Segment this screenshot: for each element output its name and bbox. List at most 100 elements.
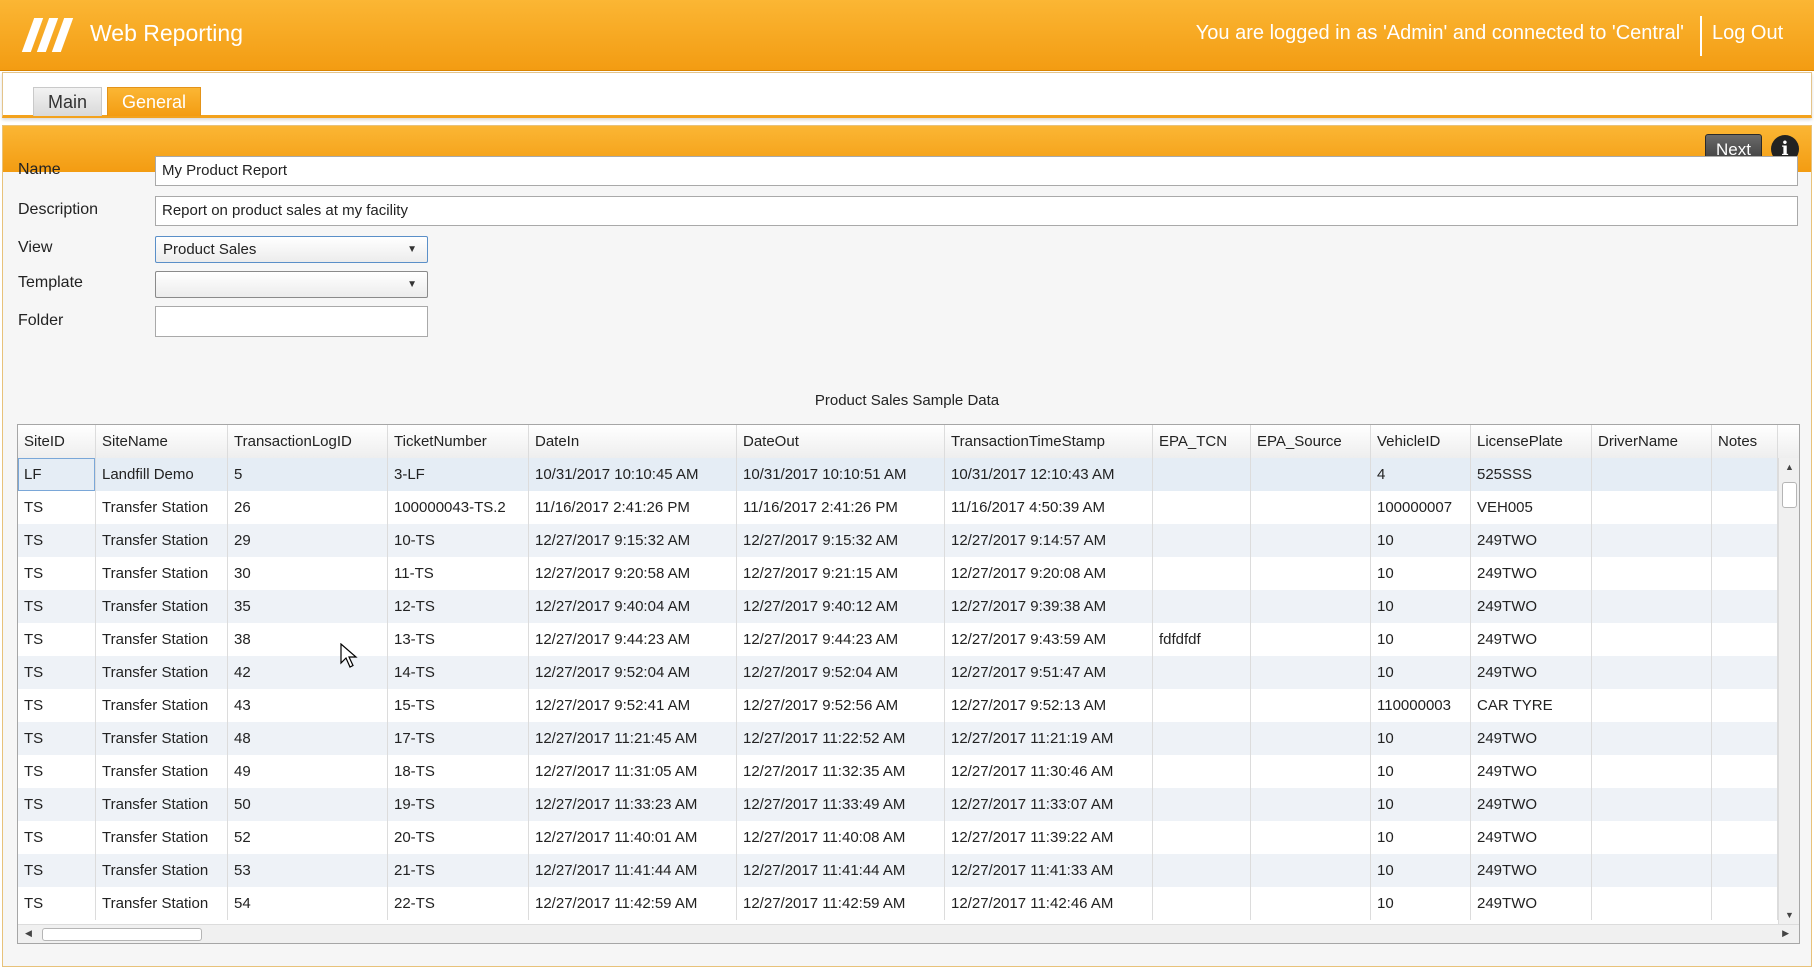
description-field[interactable]: Report on product sales at my facility <box>155 196 1798 226</box>
table-cell[interactable]: Transfer Station <box>96 590 228 623</box>
table-cell[interactable]: 10 <box>1371 887 1471 920</box>
table-cell[interactable]: Transfer Station <box>96 689 228 722</box>
column-header[interactable]: VehicleID <box>1371 425 1471 458</box>
table-cell[interactable]: 12/27/2017 9:39:38 AM <box>945 590 1153 623</box>
table-cell[interactable]: 12/27/2017 11:39:22 AM <box>945 821 1153 854</box>
table-cell[interactable]: 30 <box>228 557 388 590</box>
table-cell[interactable]: 11/16/2017 2:41:26 PM <box>737 491 945 524</box>
table-cell[interactable]: 22-TS <box>388 887 529 920</box>
table-cell[interactable]: 12/27/2017 11:22:52 AM <box>737 722 945 755</box>
table-cell[interactable] <box>1592 656 1712 689</box>
table-cell[interactable] <box>1712 656 1778 689</box>
table-cell[interactable]: Transfer Station <box>96 854 228 887</box>
table-cell[interactable]: 249TWO <box>1471 623 1592 656</box>
table-cell[interactable]: 10 <box>1371 788 1471 821</box>
table-cell[interactable] <box>1251 689 1371 722</box>
table-cell[interactable]: 12/27/2017 11:30:46 AM <box>945 755 1153 788</box>
table-cell[interactable]: TS <box>18 755 96 788</box>
scroll-right-icon[interactable]: ▶ <box>1782 928 1789 939</box>
table-cell[interactable]: 12/27/2017 9:44:23 AM <box>529 623 737 656</box>
vertical-scrollbar[interactable]: ▲ ▼ <box>1778 458 1799 924</box>
horizontal-scroll-thumb[interactable] <box>42 928 202 941</box>
horizontal-scrollbar[interactable]: ◀ ▶ <box>18 924 1799 943</box>
table-cell[interactable] <box>1712 722 1778 755</box>
table-cell[interactable] <box>1712 689 1778 722</box>
table-cell[interactable] <box>1712 524 1778 557</box>
table-row[interactable]: LF Landfill Demo 5 3-LF 10/31/2017 10:10:45 … <box>18 458 1778 491</box>
table-cell[interactable] <box>1712 854 1778 887</box>
table-cell[interactable]: 12/27/2017 11:33:07 AM <box>945 788 1153 821</box>
table-cell[interactable]: 10/31/2017 12:10:43 AM <box>945 458 1153 491</box>
table-cell[interactable]: Transfer Station <box>96 788 228 821</box>
table-cell[interactable]: 48 <box>228 722 388 755</box>
table-cell[interactable]: TS <box>18 887 96 920</box>
table-cell[interactable] <box>1153 524 1251 557</box>
table-cell[interactable]: 12/27/2017 9:20:08 AM <box>945 557 1153 590</box>
table-cell[interactable]: VEH005 <box>1471 491 1592 524</box>
table-cell[interactable] <box>1251 854 1371 887</box>
table-cell[interactable]: 249TWO <box>1471 590 1592 623</box>
table-cell[interactable]: 12/27/2017 9:52:56 AM <box>737 689 945 722</box>
scroll-left-icon[interactable]: ◀ <box>25 928 32 939</box>
table-cell[interactable]: 12/27/2017 9:52:04 AM <box>529 656 737 689</box>
table-row[interactable]: TS Transfer Station 48 17-TS 12/27/2017 11:2… <box>18 722 1778 755</box>
table-cell[interactable]: 100000043-TS.2 <box>388 491 529 524</box>
table-cell[interactable]: 249TWO <box>1471 854 1592 887</box>
table-cell[interactable] <box>1712 623 1778 656</box>
table-cell[interactable]: 12/27/2017 9:43:59 AM <box>945 623 1153 656</box>
scroll-down-icon[interactable]: ▼ <box>1785 910 1794 920</box>
table-cell[interactable]: TS <box>18 590 96 623</box>
table-cell[interactable]: 12/27/2017 9:15:32 AM <box>529 524 737 557</box>
table-row[interactable]: TS Transfer Station 30 11-TS 12/27/2017 9:20… <box>18 557 1778 590</box>
table-cell[interactable] <box>1251 821 1371 854</box>
table-cell[interactable]: Transfer Station <box>96 722 228 755</box>
table-cell[interactable] <box>1153 755 1251 788</box>
table-cell[interactable] <box>1712 491 1778 524</box>
table-cell[interactable]: 10 <box>1371 623 1471 656</box>
table-cell[interactable] <box>1251 755 1371 788</box>
table-cell[interactable]: 10 <box>1371 590 1471 623</box>
table-cell[interactable] <box>1153 689 1251 722</box>
table-cell[interactable] <box>1592 854 1712 887</box>
table-cell[interactable] <box>1592 491 1712 524</box>
table-cell[interactable]: 12/27/2017 11:40:01 AM <box>529 821 737 854</box>
table-cell[interactable]: TS <box>18 788 96 821</box>
tab-general[interactable]: General <box>107 87 202 116</box>
table-cell[interactable]: TS <box>18 821 96 854</box>
table-row[interactable]: TS Transfer Station 43 15-TS 12/27/2017 9:52… <box>18 689 1778 722</box>
table-cell[interactable]: 5 <box>228 458 388 491</box>
table-cell[interactable]: 29 <box>228 524 388 557</box>
table-row[interactable]: TS Transfer Station 54 22-TS 12/27/2017 11:4… <box>18 887 1778 920</box>
column-header[interactable]: LicensePlate <box>1471 425 1592 458</box>
table-cell[interactable] <box>1153 788 1251 821</box>
table-cell[interactable] <box>1592 524 1712 557</box>
table-cell[interactable]: 249TWO <box>1471 524 1592 557</box>
table-cell[interactable]: TS <box>18 689 96 722</box>
table-cell[interactable]: 12/27/2017 9:40:04 AM <box>529 590 737 623</box>
table-cell[interactable]: 4 <box>1371 458 1471 491</box>
table-cell[interactable]: TS <box>18 524 96 557</box>
table-cell[interactable]: 10/31/2017 10:10:45 AM <box>529 458 737 491</box>
table-cell[interactable] <box>1712 458 1778 491</box>
table-cell[interactable]: 12/27/2017 9:14:57 AM <box>945 524 1153 557</box>
column-header[interactable]: TicketNumber <box>388 425 529 458</box>
table-cell[interactable] <box>1592 623 1712 656</box>
table-cell[interactable] <box>1251 788 1371 821</box>
table-cell[interactable]: Landfill Demo <box>96 458 228 491</box>
table-cell[interactable]: 12/27/2017 9:20:58 AM <box>529 557 737 590</box>
column-header[interactable]: EPA_TCN <box>1153 425 1251 458</box>
scroll-up-icon[interactable]: ▲ <box>1785 462 1794 472</box>
table-cell[interactable] <box>1712 557 1778 590</box>
table-cell[interactable]: 20-TS <box>388 821 529 854</box>
table-cell[interactable] <box>1592 887 1712 920</box>
table-cell[interactable]: 38 <box>228 623 388 656</box>
table-cell[interactable]: 10 <box>1371 557 1471 590</box>
table-cell[interactable]: Transfer Station <box>96 557 228 590</box>
table-cell[interactable]: 53 <box>228 854 388 887</box>
logout-link[interactable]: Log Out <box>1712 22 1783 45</box>
table-cell[interactable]: 12/27/2017 9:44:23 AM <box>737 623 945 656</box>
table-cell[interactable]: 12/27/2017 11:21:19 AM <box>945 722 1153 755</box>
table-cell[interactable]: 10 <box>1371 656 1471 689</box>
table-cell[interactable]: 249TWO <box>1471 557 1592 590</box>
table-row[interactable]: TS Transfer Station 49 18-TS 12/27/2017 11:3… <box>18 755 1778 788</box>
